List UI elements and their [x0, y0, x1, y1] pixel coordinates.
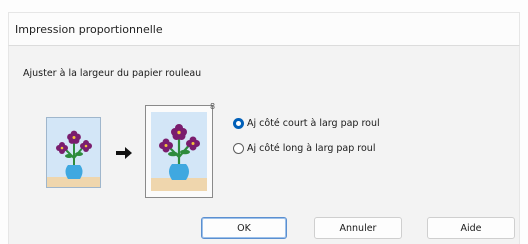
radio-short-side-label[interactable]: Aj côté court à larg pap roul — [247, 118, 380, 129]
instruction-text: Ajuster à la largeur du papier rouleau — [23, 68, 202, 79]
dialog-window: Impression proportionnelle Ajuster à la … — [0, 0, 528, 244]
dialog-content: Ajuster à la largeur du papier rouleau 8… — [8, 46, 520, 244]
roll-paper-preview — [145, 105, 213, 198]
radio-checked-icon[interactable] — [233, 118, 244, 129]
dialog-title: Impression proportionnelle — [15, 23, 163, 36]
radio-long-side-label[interactable]: Aj côté long à larg pap roul — [247, 143, 375, 154]
help-button[interactable]: Aide — [427, 217, 515, 239]
right-arrow-icon — [115, 145, 133, 159]
radio-short-side[interactable]: Aj côté court à larg pap roul — [233, 118, 380, 129]
radio-unchecked-icon[interactable] — [233, 143, 244, 154]
ok-button[interactable]: OK — [201, 217, 287, 239]
flower-vase-roll-paper-icon — [151, 112, 207, 191]
roll-corner-mark: 8 — [210, 102, 216, 111]
flower-vase-paper-icon — [46, 117, 101, 188]
title-bar: Impression proportionnelle — [8, 12, 520, 46]
source-image-icon — [47, 130, 100, 187]
radio-long-side[interactable]: Aj côté long à larg pap roul — [233, 143, 375, 154]
cancel-button[interactable]: Annuler — [314, 217, 402, 239]
